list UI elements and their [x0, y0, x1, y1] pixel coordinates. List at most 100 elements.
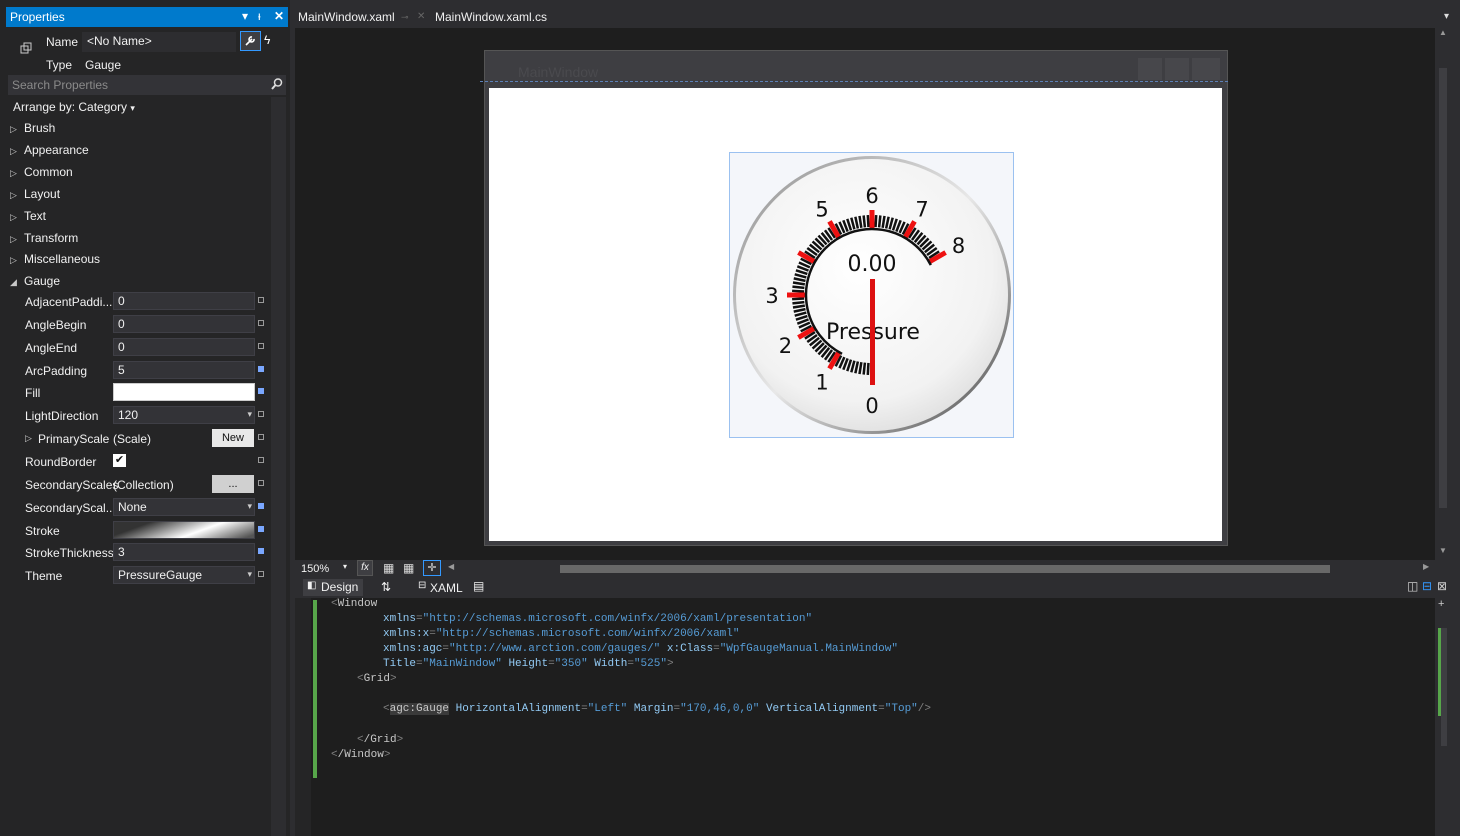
element-icon: [18, 40, 34, 56]
property-value-cell: 5: [113, 360, 255, 379]
property-input[interactable]: 0: [113, 337, 255, 356]
advanced-options-marker[interactable]: [258, 411, 264, 418]
new-button[interactable]: New: [212, 429, 254, 448]
property-dropdown[interactable]: None ▾: [113, 497, 255, 516]
property-input[interactable]: 5: [113, 360, 255, 379]
chevron-down-icon: ▾: [247, 500, 252, 511]
collapsed-triangle-icon[interactable]: ▷: [25, 433, 32, 444]
xaml-code-editor[interactable]: <Window xmlns="http://schemas.microsoft.…: [295, 598, 1435, 836]
search-box[interactable]: Search Properties: [8, 75, 286, 95]
name-input[interactable]: <No Name>: [82, 32, 236, 52]
tab-overflow-icon[interactable]: ▾: [1444, 11, 1449, 22]
advanced-options-marker[interactable]: [258, 525, 264, 532]
horizontal-split-icon[interactable]: ⊟: [1422, 579, 1432, 593]
code-value: "525": [633, 658, 667, 670]
minor-tick: [792, 285, 805, 290]
minor-tick: [877, 215, 882, 228]
gauge-control[interactable]: 01235678 0.00 Pressure: [729, 152, 1014, 438]
advanced-options-marker[interactable]: [258, 342, 264, 349]
category-label: Brush: [24, 121, 56, 135]
code-attr: VerticalAlignment: [765, 703, 879, 715]
property-row: ▷ PrimaryScale (Scale) New: [10, 429, 275, 452]
collapsed-triangle-icon: ▷: [10, 189, 17, 200]
code-value: "http://schemas.microsoft.com/winfx/2006…: [435, 628, 740, 640]
advanced-options-marker[interactable]: [258, 434, 264, 441]
category-layout[interactable]: ▷ Layout: [10, 183, 270, 205]
advanced-options-marker[interactable]: [258, 502, 264, 509]
code-vertical-scrollbar[interactable]: +: [1436, 598, 1450, 836]
category-appearance[interactable]: ▷ Appearance: [10, 139, 270, 161]
scroll-down-icon[interactable]: ▼: [1439, 546, 1447, 555]
pressure-gauge: 01235678 0.00 Pressure: [733, 156, 1011, 434]
arrange-by-dropdown[interactable]: Arrange by: Category ▾: [13, 100, 135, 114]
tab-mainwindow-xaml-cs[interactable]: MainWindow.xaml.cs: [433, 6, 573, 28]
category-gauge[interactable]: ◢ Gauge: [10, 270, 270, 292]
advanced-options-marker[interactable]: [258, 319, 264, 326]
property-input[interactable]: 3: [113, 543, 255, 562]
name-label: Name: [46, 35, 79, 49]
advanced-options-marker[interactable]: [258, 571, 264, 578]
category-common[interactable]: ▷ Common: [10, 161, 270, 183]
swap-panes-icon[interactable]: ⇅: [381, 580, 391, 594]
scroll-thumb[interactable]: [1441, 628, 1447, 746]
property-input[interactable]: 0: [113, 292, 255, 310]
grid-icon[interactable]: ▦: [383, 561, 394, 575]
window-preview-title: MainWindow: [518, 64, 599, 80]
property-value-cell: [113, 383, 255, 402]
close-window-icon: [1192, 58, 1220, 80]
gauge-value-text: 0.00: [848, 252, 897, 277]
roundborder-checkbox[interactable]: ✔: [113, 453, 126, 467]
property-row: SecondaryScal... None ▾: [10, 497, 275, 521]
category-miscellaneous[interactable]: ▷ Miscellaneous: [10, 248, 270, 270]
gauge-needle: [870, 279, 875, 385]
advanced-options-marker[interactable]: [258, 388, 264, 395]
snap-grid-icon[interactable]: ▦: [403, 561, 414, 575]
advanced-options-marker[interactable]: [258, 548, 264, 555]
editor-margin: [295, 598, 311, 836]
category-transform[interactable]: ▷ Transform: [10, 227, 270, 249]
design-tab-label: Design: [321, 580, 359, 594]
xaml-tab[interactable]: ⊟ XAML: [416, 579, 472, 596]
property-input[interactable]: 0: [113, 314, 255, 333]
advanced-options-marker[interactable]: [258, 297, 264, 303]
search-input[interactable]: Search Properties: [12, 78, 108, 92]
design-tab[interactable]: ◧ Design: [303, 579, 363, 596]
vertical-split-icon[interactable]: ◫: [1407, 579, 1418, 593]
category-brush[interactable]: ▷ Brush: [10, 117, 270, 139]
expand-pane-icon[interactable]: ⊠: [1437, 579, 1447, 593]
property-row: Theme PressureGauge ▾: [10, 566, 275, 589]
property-row: Fill: [10, 383, 275, 406]
scroll-thumb[interactable]: [1439, 68, 1447, 508]
collection-editor-button[interactable]: ...: [212, 474, 254, 493]
horizontal-scroll-thumb[interactable]: [560, 565, 1330, 573]
scroll-up-icon[interactable]: ▲: [1439, 28, 1447, 37]
fx-effects-button[interactable]: fx: [357, 560, 373, 576]
tab-mainwindow-xaml[interactable]: MainWindow.xaml ⊸ ✕: [295, 6, 429, 30]
snap-lines-icon[interactable]: ✛: [423, 560, 441, 576]
scroll-left-icon[interactable]: ◀: [448, 562, 454, 571]
pin-icon[interactable]: ᵼ: [258, 9, 261, 23]
split-editor-icon[interactable]: +: [1438, 598, 1444, 610]
lightning-events-icon[interactable]: ϟ: [264, 33, 278, 49]
zoom-dropdown[interactable]: 150% ▾: [297, 560, 351, 578]
designer-vertical-scrollbar[interactable]: ▲ ▼: [1436, 28, 1450, 560]
property-row: RoundBorder ✔: [10, 452, 275, 475]
category-text[interactable]: ▷ Text: [10, 205, 270, 227]
collapse-pane-icon[interactable]: ▤: [473, 579, 484, 593]
property-dropdown[interactable]: PressureGauge ▾: [113, 566, 255, 585]
property-dropdown[interactable]: 120 ▾: [113, 406, 255, 425]
advanced-options-marker[interactable]: [258, 365, 264, 372]
advanced-options-marker[interactable]: [258, 479, 264, 486]
fill-color-swatch[interactable]: [113, 383, 255, 402]
wrench-icon[interactable]: [240, 31, 261, 51]
stroke-brush-swatch[interactable]: [113, 520, 255, 539]
pin-icon[interactable]: ⊸: [401, 12, 409, 23]
scale-label: 2: [779, 334, 792, 358]
scroll-right-icon[interactable]: ▶: [1423, 562, 1429, 571]
dropdown-icon[interactable]: ▾: [242, 9, 248, 23]
code-value: "350": [554, 658, 588, 670]
advanced-options-marker[interactable]: [258, 456, 264, 463]
close-icon[interactable]: ✕: [274, 9, 284, 23]
close-tab-icon[interactable]: ✕: [417, 11, 425, 22]
property-row: AdjacentPaddi... 0: [10, 292, 275, 315]
